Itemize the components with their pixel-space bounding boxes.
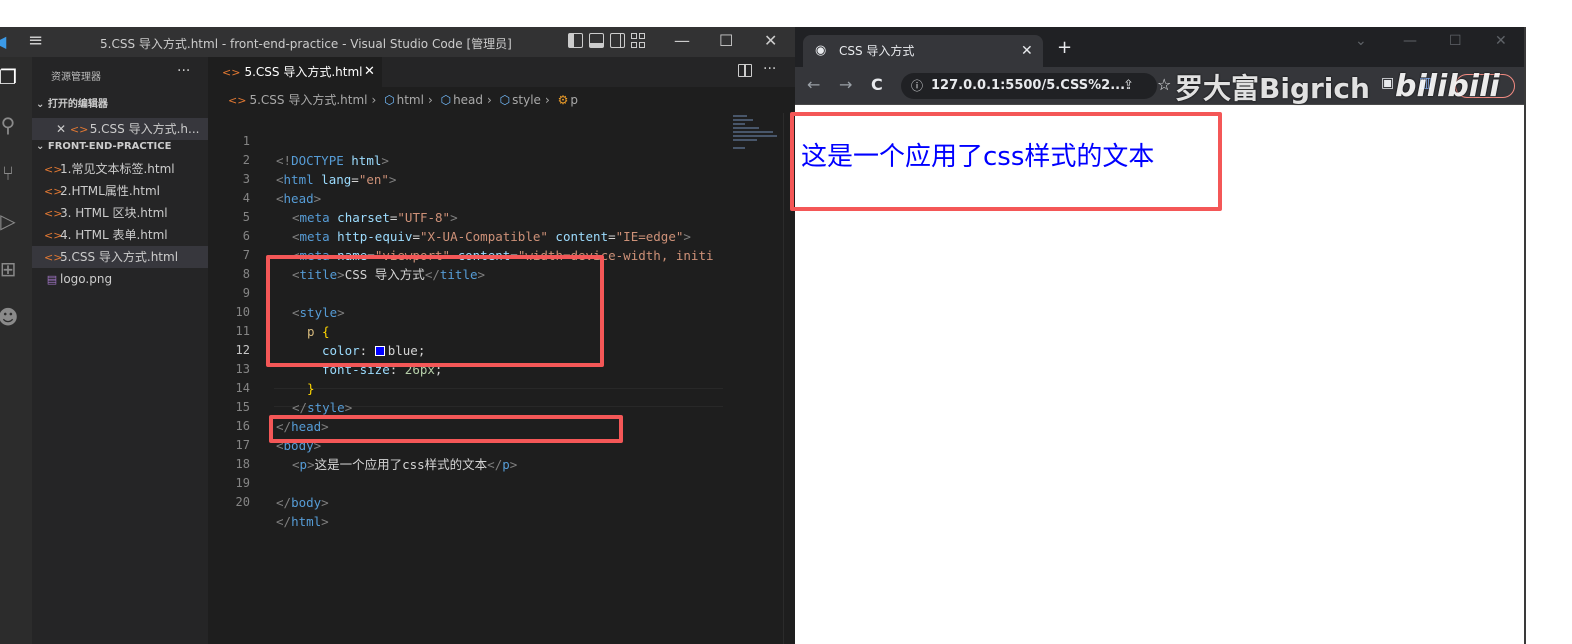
style-block-highlight — [266, 255, 604, 367]
code-line: 19 </body> — [235, 476, 329, 510]
element-icon: ⬡ — [384, 93, 395, 107]
close-tab-icon[interactable]: ✕ — [1021, 35, 1033, 67]
globe-icon: ◉ — [815, 43, 827, 58]
css-selector-icon: ⚙ — [557, 93, 569, 107]
toggle-secondary-sidebar-icon[interactable] — [610, 33, 625, 48]
menu-icon[interactable]: ≡ — [28, 32, 43, 50]
html-file-icon: <> — [44, 251, 63, 264]
forward-icon[interactable]: → — [839, 75, 852, 94]
explorer-header: 资源管理器 — [51, 72, 101, 83]
open-editor-item[interactable]: ✕ <> 5.CSS 导入方式.h... — [32, 118, 208, 140]
address-bar[interactable]: ⓘ 127.0.0.1:5500/5.CSS%2... ⇪ — [901, 73, 1157, 99]
breadcrumb-item[interactable]: p — [570, 93, 578, 107]
share-icon[interactable]: ⇪ — [1123, 73, 1134, 99]
project-section[interactable]: ⌄ FRONT-END-PRACTICE — [36, 141, 171, 152]
new-tab-icon[interactable]: + — [1057, 37, 1072, 58]
bookmark-star-icon[interactable]: ☆ — [1157, 75, 1171, 94]
vscode-titlebar: ◀ ≡ 5.CSS 导入方式.html - front-end-practice… — [0, 27, 795, 57]
search-icon[interactable]: ⚲ — [0, 113, 20, 137]
code-line: 5 <meta http-equiv="X-UA-Compatible" con… — [242, 210, 691, 244]
element-icon: ⬡ — [440, 93, 452, 107]
breadcrumb-item[interactable]: head — [453, 93, 483, 107]
customize-layout-icon[interactable] — [631, 33, 646, 48]
code-line: 4 <meta charset="UTF-8"> — [242, 191, 458, 225]
code-line: 20 </html> — [235, 495, 329, 529]
html-file-icon: <> — [69, 123, 89, 136]
source-control-icon[interactable]: ⑂ — [0, 161, 20, 185]
html-file-icon: <> — [44, 207, 63, 220]
maximize-icon[interactable]: ☐ — [719, 31, 733, 50]
editor-tab[interactable]: <> 5.CSS 导入方式.html ✕ — [208, 57, 382, 87]
chevron-right-icon: › — [544, 93, 550, 107]
breadcrumb-item[interactable]: style — [512, 93, 541, 107]
minimize-icon[interactable]: — — [1403, 33, 1417, 49]
code-line: 2 <html lang="en"> — [242, 153, 397, 187]
element-icon: ⬡ — [499, 93, 511, 107]
rendered-text-highlight — [790, 112, 1222, 211]
code-line: 1 <!DOCTYPE html> — [242, 134, 389, 168]
explorer-icon[interactable]: ❐ — [0, 65, 20, 89]
info-icon[interactable]: ⓘ — [911, 73, 923, 99]
toggle-sidebar-icon[interactable] — [568, 33, 583, 48]
extensions-icon[interactable]: ▣ — [1381, 75, 1394, 91]
file-item-active[interactable]: <>5.CSS 导入方式.html — [32, 246, 208, 268]
reload-icon[interactable]: C — [871, 75, 883, 94]
code-line: 6 <meta name="viewport" content="width=d… — [242, 229, 714, 263]
html-file-icon: <> — [44, 163, 63, 176]
image-file-icon: ▤ — [46, 273, 58, 286]
editor-tabbar: <> 5.CSS 导入方式.html ✕ ··· — [208, 57, 795, 87]
window-title: 5.CSS 导入方式.html - front-end-practice - V… — [100, 37, 512, 51]
bilibili-logo: bilibili — [1395, 69, 1500, 104]
html-file-icon: <> — [228, 94, 247, 107]
code-line: 3 <head> — [242, 172, 322, 206]
chevron-right-icon: › — [427, 93, 433, 107]
html-file-icon: <> — [44, 185, 63, 198]
file-item[interactable]: <>4. HTML 表单.html — [32, 224, 208, 246]
explorer-sidebar: 资源管理器 ··· ⌄ 打开的编辑器 ✕ <> 5.CSS 导入方式.h... … — [32, 57, 208, 644]
close-icon[interactable]: ✕ — [1495, 33, 1507, 49]
file-item[interactable]: <>2.HTML属性.html — [32, 180, 208, 202]
chevron-down-icon[interactable]: ⌄ — [1355, 33, 1367, 49]
browser-tabstrip: ◉ CSS 导入方式 ✕ + ⌄ — ☐ ✕ — [795, 27, 1524, 67]
breadcrumb-item[interactable]: html — [397, 93, 424, 107]
file-item[interactable]: ▤ logo.png — [32, 268, 208, 290]
extensions-icon[interactable]: ⊞ — [0, 257, 20, 281]
code-line: 15 </head> — [235, 400, 329, 434]
activity-bar: ❐ ⚲ ⑂ ▷ ⊞ ☻ — [0, 57, 32, 644]
minimap[interactable] — [725, 113, 785, 644]
paragraph-line-highlight — [269, 415, 623, 443]
breadcrumb: <> 5.CSS 导入方式.html › ⬡ html › ⬡ head › ⬡ style ›… — [228, 91, 578, 108]
close-editor-icon[interactable]: ✕ — [56, 122, 66, 136]
maximize-icon[interactable]: ☐ — [1449, 33, 1462, 49]
chevron-right-icon: › — [487, 93, 492, 107]
split-editor-icon[interactable] — [738, 64, 752, 77]
copilot-icon[interactable]: ☻ — [0, 305, 20, 329]
html-file-icon: <> — [44, 229, 63, 242]
html-file-icon: <> — [222, 66, 241, 79]
file-item[interactable]: <>3. HTML 区块.html — [32, 202, 208, 224]
minimize-icon[interactable]: — — [674, 31, 690, 50]
open-editors-section[interactable]: ⌄ 打开的编辑器 — [36, 95, 108, 110]
breadcrumb-item[interactable]: 5.CSS 导入方式.html — [249, 93, 367, 107]
more-actions-icon[interactable]: ··· — [763, 61, 776, 77]
screen: ◀ ≡ 5.CSS 导入方式.html - front-end-practice… — [0, 0, 1572, 644]
code-line: 7 <title>CSS 导入方式</title> — [242, 248, 486, 282]
close-tab-icon[interactable]: ✕ — [364, 57, 375, 87]
close-icon[interactable]: ✕ — [764, 31, 777, 50]
watermark-name: 罗大富Bigrich — [1175, 72, 1370, 105]
run-debug-icon[interactable]: ▷ — [0, 209, 20, 233]
file-item[interactable]: <>1.常见文本标签.html — [32, 158, 208, 180]
more-actions-icon[interactable]: ··· — [177, 63, 190, 79]
browser-tab[interactable]: ◉ CSS 导入方式 ✕ — [803, 35, 1043, 67]
toggle-panel-icon[interactable] — [589, 33, 604, 48]
back-icon[interactable]: ← — [807, 75, 820, 94]
vscode-logo-icon: ◀ — [0, 32, 7, 51]
chevron-right-icon: › — [371, 93, 377, 107]
